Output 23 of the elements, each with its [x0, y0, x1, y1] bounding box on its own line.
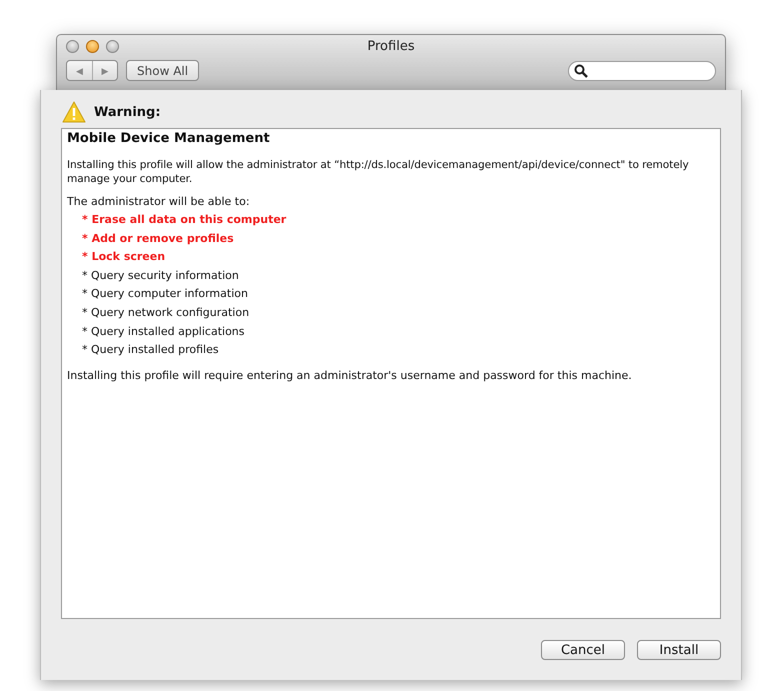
cancel-button[interactable]: Cancel — [541, 640, 625, 660]
ability-item: * Query network configuration — [81, 304, 250, 321]
search-field[interactable] — [568, 60, 716, 80]
warning-heading: Warning: — [94, 104, 161, 120]
ability-item: * Query security information — [81, 268, 240, 284]
abilities-label: The administrator will be able to: — [67, 195, 251, 208]
intro-text: Installing this profile will allow the administrator at “http://ds.local/devicemanagement/api/device/connect" to remotely manage your computer. — [67, 158, 690, 186]
profile-title: Mobile Device Management — [67, 131, 271, 146]
show-all-button[interactable]: Show All — [126, 60, 200, 81]
close-button[interactable] — [66, 40, 79, 52]
ability-item: * Query installed profiles — [81, 342, 220, 358]
ability-item: * Erase all data on this computer — [81, 212, 288, 228]
ability-item: * Lock screen — [81, 249, 166, 266]
footer-text: Installing this profile will require entering an administrator's username and password for this machine. — [67, 368, 633, 382]
ability-item: * Add or remove profiles — [81, 230, 235, 247]
window-title: Profiles — [367, 38, 415, 54]
search-icon — [574, 64, 588, 78]
zoom-button[interactable] — [106, 40, 119, 52]
ability-item: * Query installed applications — [81, 324, 246, 340]
minimize-button[interactable] — [86, 40, 99, 52]
ability-item: * Query computer information — [81, 286, 249, 302]
warning-icon — [62, 101, 86, 123]
install-button[interactable]: Install — [637, 640, 721, 660]
